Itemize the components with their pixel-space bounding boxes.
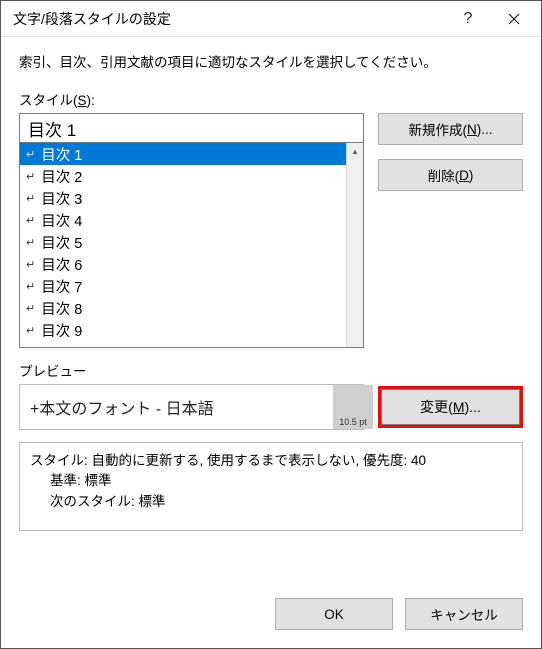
dialog-title: 文字/段落スタイルの設定 [13, 9, 445, 29]
paragraph-icon: ↵ [26, 236, 35, 249]
info-line-1: スタイル: 自動的に更新する, 使用するまで表示しない, 優先度: 40 [30, 451, 512, 471]
preview-label: プレビュー [19, 360, 523, 380]
scroll-up-icon[interactable]: ▲ [347, 143, 363, 160]
list-item[interactable]: ↵ 目次 4 [20, 209, 346, 231]
list-item-label: 目次 1 [37, 144, 82, 165]
preview-box: +本文のフォント - 日本語 10.5 pt [19, 384, 364, 430]
paragraph-icon: ↵ [26, 214, 35, 227]
list-item[interactable]: ↵ 目次 6 [20, 253, 346, 275]
scrollbar[interactable]: ▲ [346, 143, 363, 347]
list-item-label: 目次 3 [37, 188, 82, 209]
cancel-button[interactable]: キャンセル [405, 598, 523, 630]
style-info-box: スタイル: 自動的に更新する, 使用するまで表示しない, 優先度: 40 基準:… [19, 442, 523, 531]
instruction-text: 索引、目次、引用文献の項目に適切なスタイルを選択してください。 [19, 51, 523, 71]
new-style-button[interactable]: 新規作成(N)... [378, 113, 523, 145]
titlebar: 文字/段落スタイルの設定 ? [1, 1, 541, 37]
modify-button[interactable]: 変更(M)... [378, 386, 523, 428]
close-button[interactable] [491, 1, 537, 37]
list-item[interactable]: ↵ 目次 8 [20, 297, 346, 319]
paragraph-icon: ↵ [26, 324, 35, 337]
list-item-label: 目次 6 [37, 254, 82, 275]
dialog-footer: OK キャンセル [1, 584, 541, 648]
paragraph-icon: ↵ [26, 170, 35, 183]
paragraph-icon: ↵ [26, 192, 35, 205]
paragraph-icon: ↵ [26, 280, 35, 293]
paragraph-icon: ↵ [26, 258, 35, 271]
paragraph-icon: ↵ [26, 302, 35, 315]
list-item[interactable]: ↵ 目次 7 [20, 275, 346, 297]
info-line-3: 次のスタイル: 標準 [30, 492, 512, 512]
list-item-label: 目次 5 [37, 232, 82, 253]
style-settings-dialog: 文字/段落スタイルの設定 ? 索引、目次、引用文献の項目に適切なスタイルを選択し… [0, 0, 542, 649]
paragraph-icon: ↵ [26, 148, 35, 161]
list-item[interactable]: ↵ 目次 3 [20, 187, 346, 209]
info-line-2: 基準: 標準 [30, 471, 512, 491]
help-button[interactable]: ? [445, 1, 491, 37]
list-item-label: 目次 2 [37, 166, 82, 187]
style-name-input[interactable] [19, 113, 364, 143]
list-item[interactable]: ↵ 目次 2 [20, 165, 346, 187]
close-icon [508, 13, 520, 25]
ok-button[interactable]: OK [275, 598, 393, 630]
list-item-label: 目次 4 [37, 210, 82, 231]
style-label: スタイル(S): [19, 89, 523, 109]
style-listbox[interactable]: ↵ 目次 1↵ 目次 2↵ 目次 3↵ 目次 4↵ 目次 5↵ 目次 6↵ 目次… [19, 142, 364, 348]
list-item-label: 目次 7 [37, 276, 82, 297]
preview-pt-badge: 10.5 pt [333, 385, 373, 429]
delete-style-button[interactable]: 削除(D) [378, 159, 523, 191]
preview-font-text: +本文のフォント - 日本語 [30, 395, 353, 419]
list-item[interactable]: ↵ 目次 9 [20, 319, 346, 341]
list-item-label: 目次 9 [37, 320, 82, 341]
list-item-label: 目次 8 [37, 298, 82, 319]
list-item[interactable]: ↵ 目次 5 [20, 231, 346, 253]
list-item[interactable]: ↵ 目次 1 [20, 143, 346, 165]
